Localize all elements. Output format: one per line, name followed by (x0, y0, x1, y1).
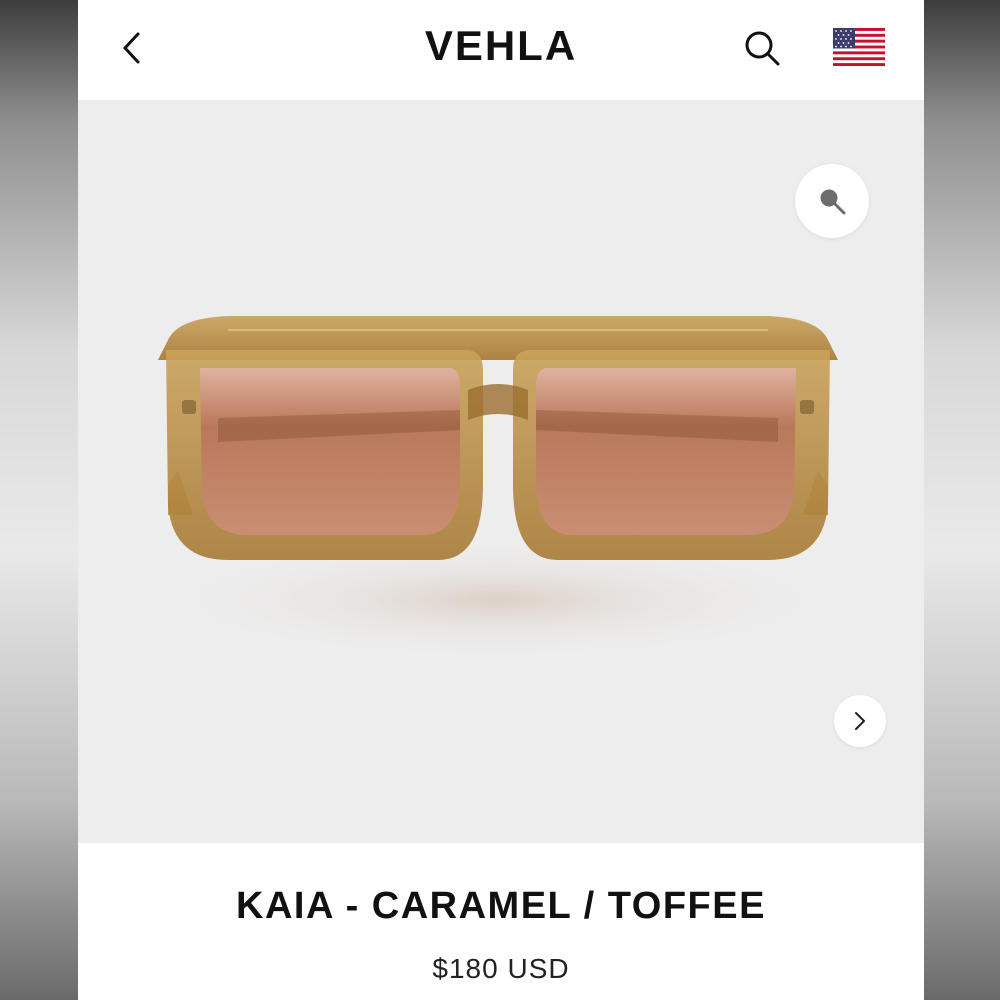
country-selector[interactable] (833, 28, 885, 66)
search-button[interactable] (738, 24, 786, 72)
bezel-right (924, 0, 1000, 1000)
us-flag-icon (833, 28, 885, 66)
search-icon (745, 31, 780, 66)
zoom-button[interactable] (795, 164, 869, 238)
chevron-right-icon (855, 712, 865, 730)
product-page: VEHLA KAIA - CARAMEL / TOFFEE $180 USD (78, 0, 924, 1000)
next-image-button[interactable] (834, 695, 886, 747)
sunglasses-product-image (158, 316, 838, 660)
top-bar: VEHLA (78, 0, 924, 100)
product-price: $180 USD (432, 953, 570, 984)
bezel-left (0, 0, 78, 1000)
product-title: KAIA - CARAMEL / TOFFEE (236, 885, 766, 927)
brand-logo[interactable]: VEHLA (78, 22, 924, 70)
magnifier-icon (820, 189, 846, 215)
product-image-gallery[interactable] (78, 100, 924, 843)
product-info: KAIA - CARAMEL / TOFFEE $180 USD (78, 843, 924, 1000)
